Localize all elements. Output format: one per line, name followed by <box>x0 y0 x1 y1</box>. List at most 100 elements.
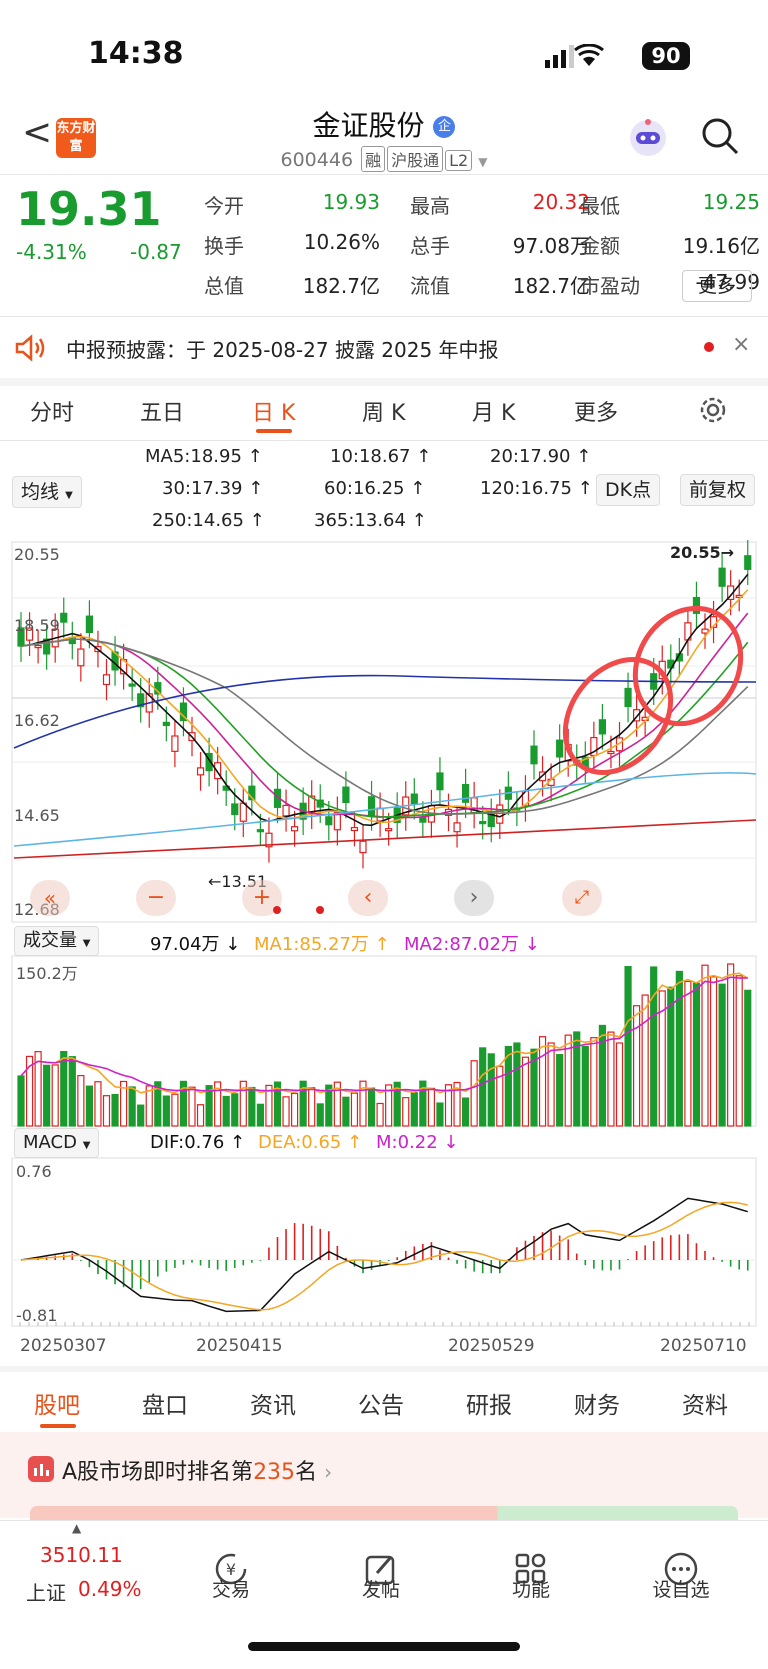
rank-banner[interactable]: A股市场即时排名第235名 › <box>0 1432 768 1520</box>
index-value[interactable]: 3510.11 <box>40 1543 123 1567</box>
candle <box>487 813 495 828</box>
quote-label: 金额 <box>580 234 620 258</box>
candle <box>530 745 538 765</box>
candle <box>598 719 607 735</box>
ma-selector[interactable]: 均线 ▼ <box>12 476 82 508</box>
fullscreen-icon[interactable]: ⤢ <box>562 880 602 916</box>
volume-bar <box>402 1097 410 1127</box>
high-marker: 20.55→ <box>670 543 735 562</box>
tab-intraday[interactable]: 分时 <box>30 395 74 427</box>
close-icon[interactable]: × <box>732 332 750 357</box>
volume-bar <box>487 1053 495 1127</box>
ma10-label: 10:18.67 ↑ <box>330 446 432 467</box>
tab-finance[interactable]: 财务 <box>574 1386 620 1420</box>
dropdown-icon: ▼ <box>82 1140 91 1151</box>
tab-orderbook[interactable]: 盘口 <box>142 1386 188 1420</box>
volume-bar <box>196 1104 205 1127</box>
ma30-label: 30:17.39 ↑ <box>162 478 264 499</box>
macd-m: M:0.22 ↓ <box>376 1132 459 1153</box>
volume-bar <box>51 1064 59 1127</box>
candle <box>436 772 444 791</box>
tab-monthly-k[interactable]: 月 K <box>472 395 515 427</box>
volume-bar <box>367 1087 376 1127</box>
tab-news[interactable]: 资讯 <box>250 1386 296 1420</box>
volume-bar <box>590 1037 598 1127</box>
candle <box>385 828 393 832</box>
volume-bar <box>60 1050 68 1127</box>
volume-bar <box>17 1075 25 1127</box>
volume-bar <box>43 1064 51 1127</box>
tab-more[interactable]: 更多 <box>574 395 618 427</box>
ma60-label: 60:16.25 ↑ <box>324 478 426 499</box>
bar-chart-icon <box>28 1456 54 1482</box>
candle <box>342 786 350 804</box>
quote-value: 97.08万 <box>512 234 590 258</box>
tab-weekly-k[interactable]: 周 K <box>362 395 405 427</box>
settings-gear-icon[interactable] <box>698 395 728 425</box>
volume-bar <box>410 1092 418 1127</box>
volume-bar <box>282 1096 290 1127</box>
macd-dif-line <box>20 1197 748 1313</box>
volume-bar <box>111 1093 119 1127</box>
date-label-1: 20250307 <box>20 1336 107 1356</box>
nav-functions[interactable]: 功能 <box>486 1575 576 1602</box>
search-icon[interactable] <box>700 116 740 156</box>
marker-dot <box>273 906 281 914</box>
macd-dea-line <box>20 1201 748 1311</box>
volume-bar <box>291 1092 299 1127</box>
macd-selector[interactable]: MACD ▼ <box>14 1128 100 1158</box>
candle <box>556 739 564 758</box>
scroll-left-fast-icon[interactable]: « <box>30 880 70 916</box>
tab-profile[interactable]: 资料 <box>682 1386 728 1420</box>
zoom-out-icon[interactable]: − <box>136 880 176 916</box>
volume-selector[interactable]: 成交量 ▼ <box>14 926 100 956</box>
dk-point-button[interactable]: DK点 <box>596 474 661 506</box>
date-label-3: 20250529 <box>448 1336 535 1356</box>
candle <box>367 796 376 816</box>
volume-bar <box>350 1092 359 1127</box>
ma365-label: 365:13.64 ↑ <box>314 510 427 531</box>
macd-plot <box>12 1197 756 1326</box>
more-button[interactable]: 更多 <box>682 270 752 302</box>
tab-daily-k[interactable]: 日 K <box>252 395 295 427</box>
y-label-top: 20.55 <box>14 545 60 564</box>
dropdown-icon: ▼ <box>65 490 73 501</box>
nav-post[interactable]: 发帖 <box>336 1575 426 1602</box>
candle <box>171 735 179 752</box>
volume-bar <box>556 1054 564 1127</box>
notice-bar[interactable]: 中报预披露：于 2025-08-27 披露 2025 年中报 × <box>0 318 768 376</box>
nav-trade[interactable]: 交易 <box>186 1575 276 1602</box>
candle <box>85 615 94 634</box>
volume-bar <box>735 975 743 1127</box>
ma-line <box>13 772 757 847</box>
index-percent: 0.49% <box>78 1577 142 1601</box>
tab-forum[interactable]: 股吧 <box>34 1386 80 1420</box>
quote-value: 182.7亿 <box>302 274 380 298</box>
price-adjust-button[interactable]: 前复权 <box>680 474 756 506</box>
robot-assistant-icon[interactable] <box>626 116 670 160</box>
candle <box>239 802 247 822</box>
tab-research[interactable]: 研报 <box>466 1386 512 1420</box>
scroll-left-icon[interactable]: ‹ <box>348 880 388 916</box>
change-amount: -0.87 <box>130 240 182 264</box>
candle <box>231 803 239 816</box>
quote-value: 19.16亿 <box>682 234 760 258</box>
candle <box>701 628 709 634</box>
y-label-4: 14.65 <box>14 806 60 825</box>
candle <box>60 612 68 623</box>
y-label-3: 16.62 <box>14 711 60 730</box>
nav-watchlist[interactable]: 设自选 <box>636 1575 726 1602</box>
tab-announcements[interactable]: 公告 <box>358 1386 404 1420</box>
tab-five-day[interactable]: 五日 <box>140 395 184 427</box>
quote-value: 19.93 <box>322 190 380 214</box>
scroll-right-icon[interactable]: › <box>454 880 494 916</box>
macd-bottom-label: -0.81 <box>16 1306 58 1325</box>
volume-bar <box>624 966 632 1127</box>
candle <box>692 596 701 614</box>
macd-top-label: 0.76 <box>16 1162 52 1181</box>
macd-frame <box>11 1157 757 1327</box>
chevron-down-icon[interactable]: ▼ <box>478 155 487 169</box>
quote-label: 换手 <box>204 234 244 258</box>
notice-text: 中报预披露：于 2025-08-27 披露 2025 年中报 <box>66 338 499 362</box>
volume-bar <box>513 1042 521 1127</box>
